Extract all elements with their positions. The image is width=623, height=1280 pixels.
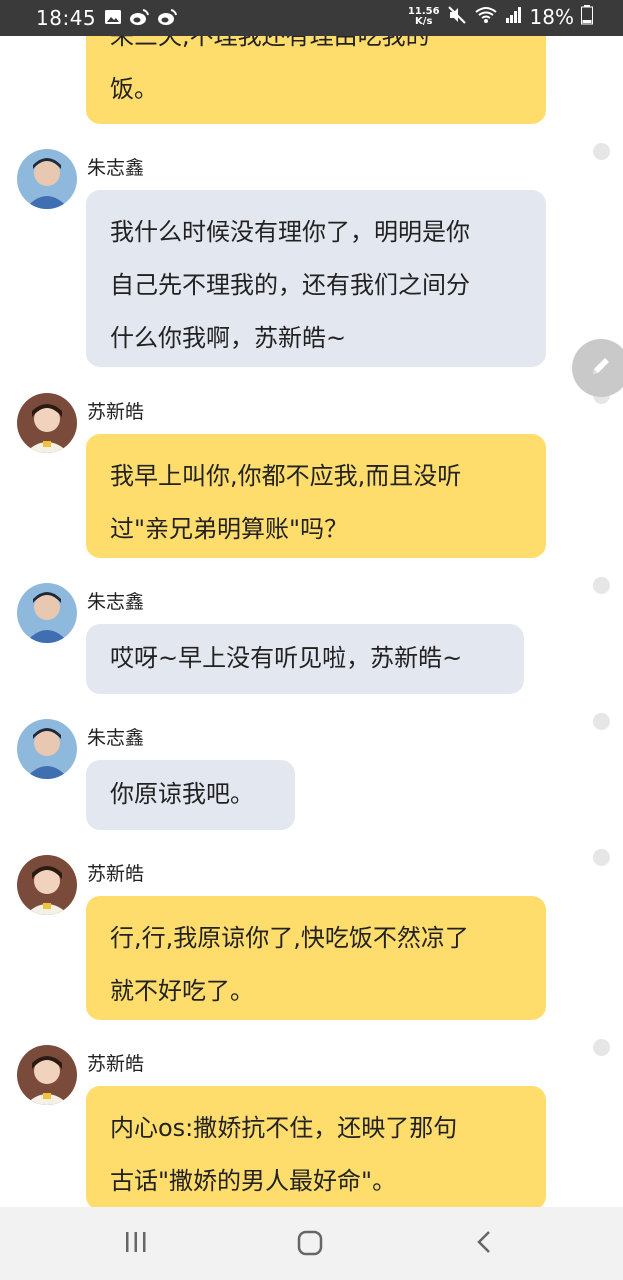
sender-name: 朱志鑫 — [87, 591, 145, 613]
home-icon[interactable] — [296, 1229, 324, 1261]
avatar[interactable] — [17, 719, 77, 779]
pencil-icon — [589, 354, 613, 382]
message-select-dot[interactable] — [593, 143, 610, 160]
message-bubble[interactable]: 我早上叫你,你都不应我,而且没听 过"亲兄弟明算账"吗？ — [86, 434, 546, 558]
message-select-dot[interactable] — [593, 713, 610, 730]
mute-icon — [447, 5, 467, 29]
sender-name: 苏新皓 — [87, 401, 145, 423]
wifi-icon — [474, 5, 498, 29]
message-bubble[interactable]: 行,行,我原谅你了,快吃饭不然凉了 就不好吃了。 — [86, 896, 546, 1020]
message-bubble[interactable]: 哎呀~早上没有听见啦，苏新皓~ — [86, 624, 524, 694]
signal-icon — [505, 6, 523, 28]
avatar[interactable] — [17, 855, 77, 915]
message-select-dot[interactable] — [593, 577, 610, 594]
sender-name: 朱志鑫 — [87, 157, 145, 179]
sender-name: 朱志鑫 — [87, 727, 145, 749]
battery-icon — [581, 5, 593, 29]
navigation-bar — [0, 1207, 623, 1280]
message-bubble[interactable]: 来三天,不理我还有理由吃我的 饭。 — [86, 36, 546, 124]
edit-button[interactable] — [572, 339, 623, 397]
battery-percent: 18% — [529, 5, 574, 29]
weibo-icon — [156, 8, 178, 30]
message-bubble[interactable]: 内心os:撒娇抗不住，还映了那句 古话"撒娇的男人最好命"。 — [86, 1086, 546, 1207]
chat-list[interactable]: 来三天,不理我还有理由吃我的 饭。 朱志鑫 我什么时候没有理你了，明明是你 自己… — [0, 36, 623, 1207]
message-select-dot[interactable] — [593, 1039, 610, 1056]
avatar[interactable] — [17, 149, 77, 209]
sender-name: 苏新皓 — [87, 1053, 145, 1075]
message-select-dot[interactable] — [593, 849, 610, 866]
status-bar: 18:45 11.56 K/s 18% — [0, 0, 623, 36]
network-speed: 11.56 K/s — [407, 6, 440, 27]
image-icon — [104, 8, 122, 30]
avatar[interactable] — [17, 393, 77, 453]
message-bubble[interactable]: 我什么时候没有理你了，明明是你 自己先不理我的，还有我们之间分 什么你我啊，苏新… — [86, 190, 546, 367]
weibo-icon — [128, 8, 150, 30]
recent-apps-icon[interactable] — [123, 1229, 149, 1259]
sender-name: 苏新皓 — [87, 863, 145, 885]
avatar[interactable] — [17, 583, 77, 643]
avatar[interactable] — [17, 1045, 77, 1105]
back-icon[interactable] — [472, 1229, 498, 1259]
status-time: 18:45 — [36, 6, 97, 30]
message-bubble[interactable]: 你原谅我吧。 — [86, 760, 295, 830]
